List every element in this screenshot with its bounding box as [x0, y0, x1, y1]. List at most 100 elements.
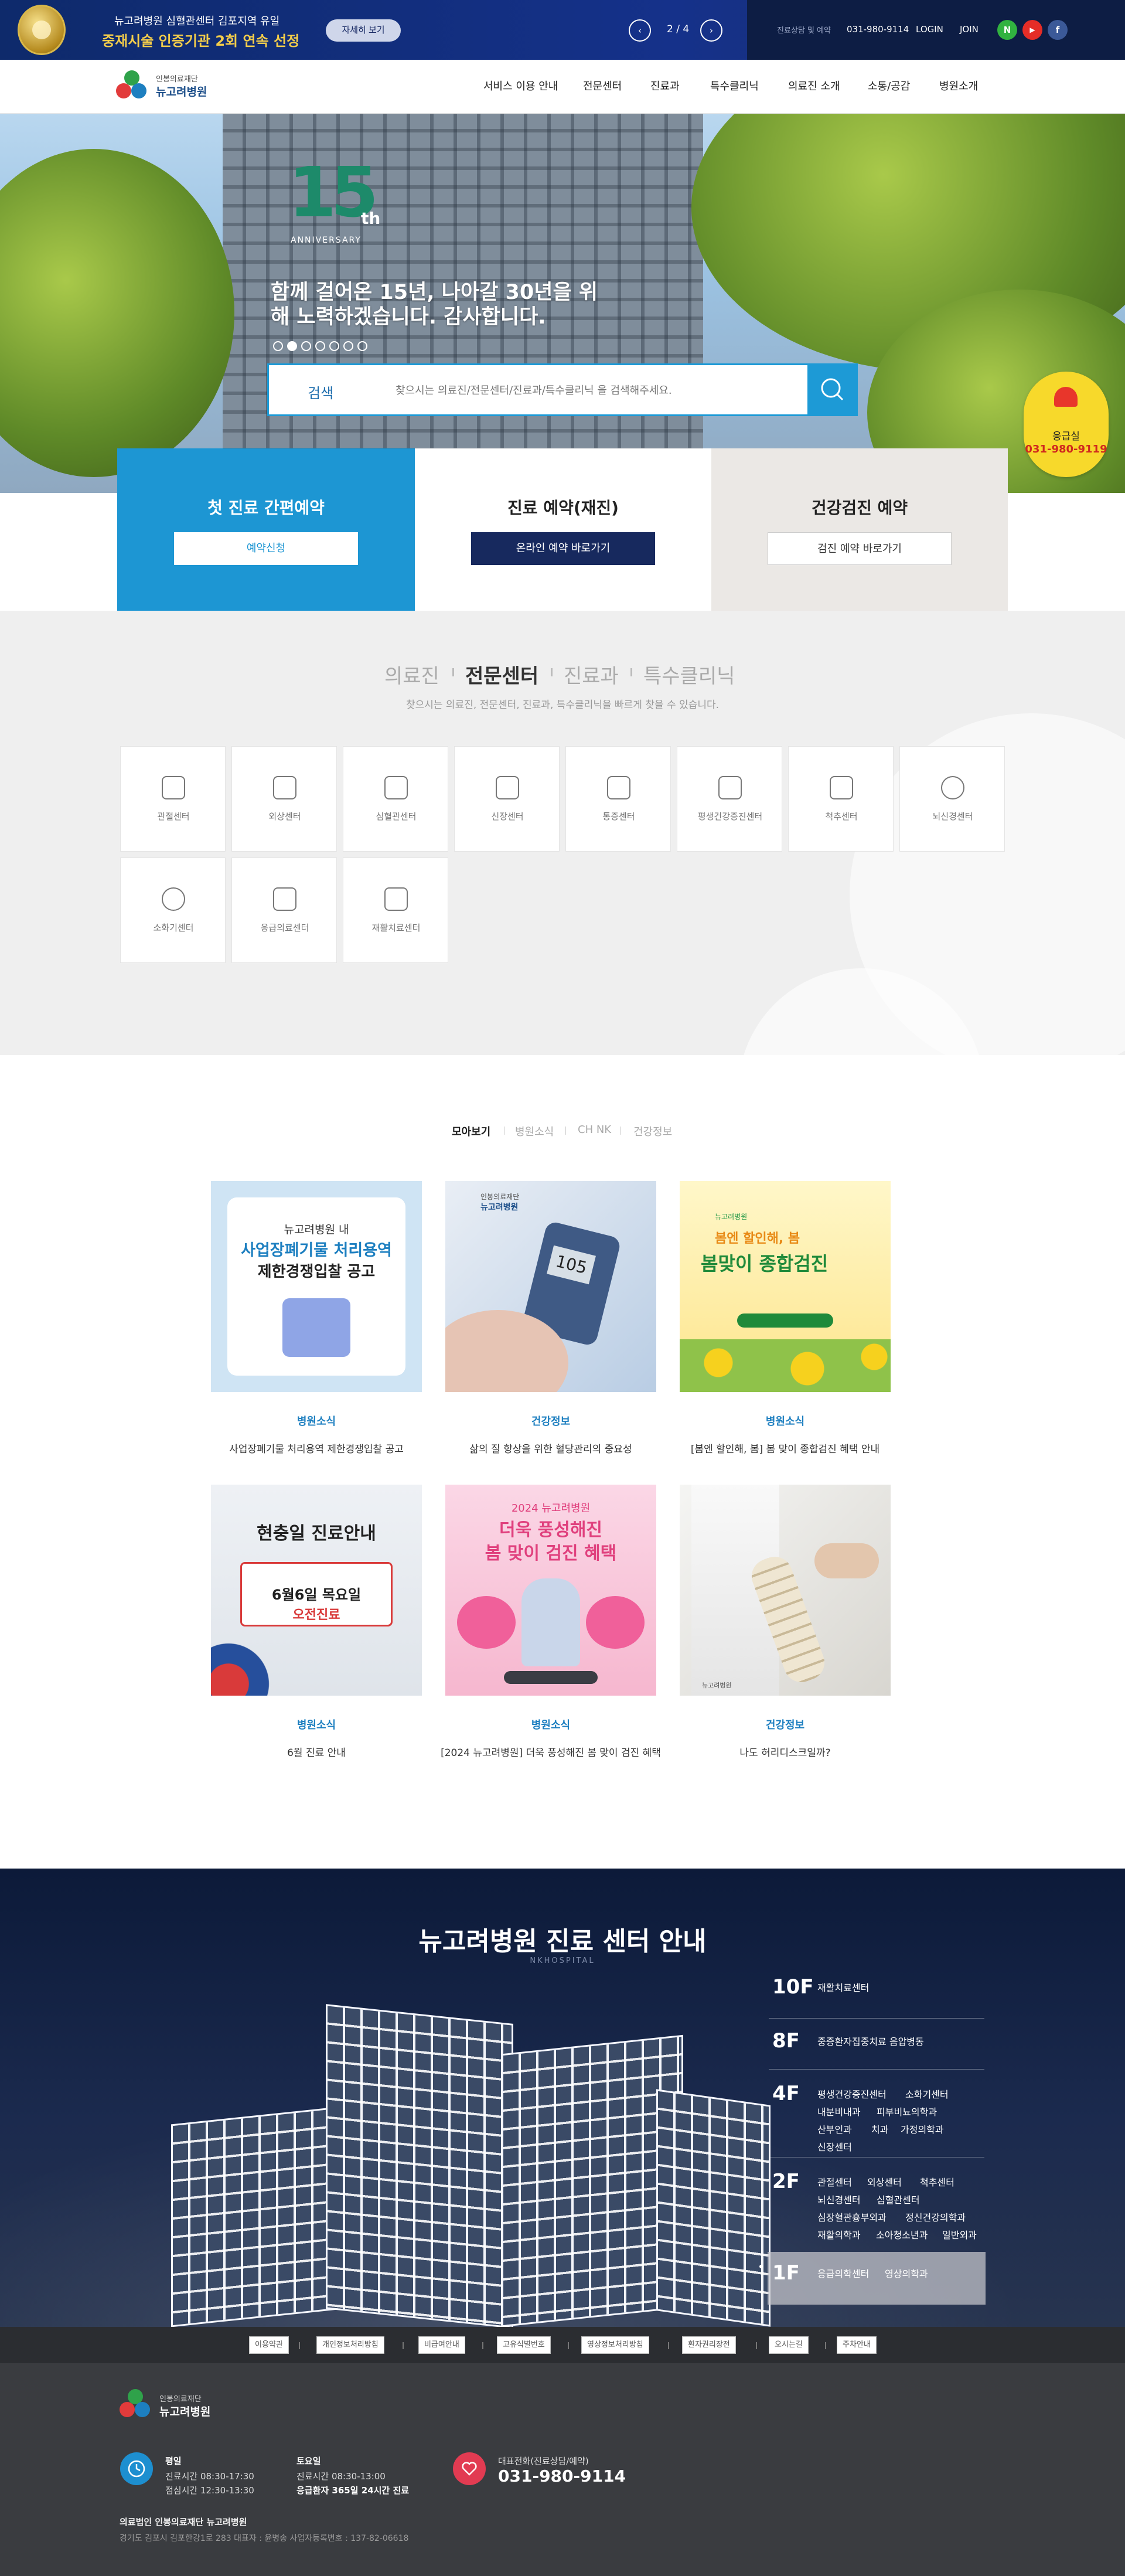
news-tab-hospital[interactable]: 병원소식 [515, 1124, 554, 1139]
floor-dept[interactable]: 내분비내과 [817, 2104, 861, 2118]
center-tile[interactable]: 평생건강증진센터 [677, 746, 782, 852]
slide-dot[interactable] [357, 341, 367, 351]
footer-link[interactable]: 영상정보처리방침 [581, 2336, 649, 2354]
footer-link[interactable]: 비급여안내 [418, 2336, 465, 2354]
news-title[interactable]: [2024 뉴고려병원] 더욱 풍성해진 봄 맞이 검진 혜택 [422, 1744, 680, 1759]
slide-dot[interactable] [301, 341, 311, 351]
naver-blog-icon[interactable]: N [997, 20, 1017, 40]
floor-dept[interactable]: 외상센터 [867, 2175, 902, 2189]
footer-link[interactable]: 개인정보처리방침 [316, 2336, 384, 2354]
nav-doctors[interactable]: 의료진 소개 [788, 78, 840, 93]
floor-dept[interactable]: 재활의학과 [817, 2227, 861, 2241]
center-tile[interactable]: 응급의료센터 [231, 857, 337, 963]
promo-next-button[interactable]: › [700, 19, 722, 42]
floor-dept[interactable]: 소화기센터 [905, 2087, 949, 2101]
floor-dept[interactable]: 관절센터 [817, 2175, 852, 2189]
news-category: 건강정보 [765, 1719, 805, 1731]
hospital-logo-icon[interactable] [116, 70, 148, 102]
news-thumbnail[interactable]: 뉴고려병원 [680, 1485, 891, 1696]
news-tab-chnk[interactable]: CH NK [578, 1124, 611, 1136]
emergency-room-badge[interactable]: 응급실 031-980-9119 [1024, 372, 1109, 477]
cat-tab-doctors[interactable]: 의료진 [384, 660, 439, 689]
cat-tab-centers[interactable]: 전문센터 [465, 660, 538, 689]
center-tile[interactable]: 통증센터 [565, 746, 671, 852]
slide-dot[interactable] [273, 341, 283, 351]
center-tile[interactable]: 뇌신경센터 [899, 746, 1005, 852]
center-tile[interactable]: 신장센터 [454, 746, 560, 852]
nav-centers[interactable]: 전문센터 [583, 78, 622, 93]
floor-dept[interactable]: 심장혈관흉부외과 [817, 2210, 887, 2224]
floor-dept[interactable]: 산부인과 [817, 2122, 852, 2136]
center-tile[interactable]: 관절센터 [120, 746, 226, 852]
center-tile[interactable]: 심혈관센터 [343, 746, 448, 852]
promo-prev-button[interactable]: ‹ [629, 19, 651, 42]
news-tab-health[interactable]: 건강정보 [633, 1124, 672, 1139]
join-link[interactable]: JOIN [960, 24, 979, 35]
card-button[interactable]: 검진 예약 바로가기 [768, 532, 952, 565]
slide-dot-active[interactable] [287, 341, 297, 351]
news-title[interactable]: 6월 진료 안내 [188, 1744, 445, 1759]
floor-dept[interactable]: 소아청소년과 [876, 2227, 928, 2241]
card-button[interactable]: 온라인 예약 바로가기 [471, 532, 655, 565]
news-tab-all[interactable]: 모아보기 [452, 1124, 490, 1139]
floor-dept[interactable]: 척추센터 [920, 2175, 954, 2189]
center-tile[interactable]: 소화기센터 [120, 857, 226, 963]
nav-service[interactable]: 서비스 이용 안내 [483, 78, 558, 93]
floor-dept[interactable]: 재활치료센터 [817, 1980, 869, 1994]
slide-dot[interactable] [315, 341, 325, 351]
floor-dept[interactable]: 평생건강증진센터 [817, 2087, 887, 2101]
floor-dept[interactable]: 신장센터 [817, 2139, 852, 2153]
promo-pager: 2 / 4 [667, 23, 690, 35]
slide-dot[interactable] [329, 341, 339, 351]
facebook-icon[interactable]: f [1048, 20, 1068, 40]
nav-community[interactable]: 소통/공감 [868, 78, 910, 93]
floor-dept[interactable]: 치과 [871, 2122, 888, 2136]
nav-clinics[interactable]: 특수클리닉 [710, 78, 759, 93]
news-thumbnail[interactable]: 뉴고려병원 봄엔 할인해, 봄 봄맞이 종합검진 [680, 1181, 891, 1392]
news-thumbnail[interactable]: 뉴고려병원 내 사업장폐기물 처리용역 제한경쟁입찰 공고 [211, 1181, 422, 1392]
news-title[interactable]: 삶의 질 향상을 위한 혈당관리의 중요성 [422, 1441, 680, 1455]
floor-number[interactable]: 1F [772, 2261, 800, 2285]
floor-dept[interactable]: 일반외과 [942, 2227, 977, 2241]
footer-link[interactable]: 환자권리장전 [682, 2336, 736, 2354]
floor-dept[interactable]: 심혈관센터 [877, 2192, 920, 2206]
search-input[interactable] [396, 380, 806, 400]
news-thumbnail[interactable]: 인봉의료재단 뉴고려병원 105 [445, 1181, 656, 1392]
login-link[interactable]: LOGIN [916, 24, 943, 35]
center-tile[interactable]: 재활치료센터 [343, 857, 448, 963]
news-thumbnail[interactable]: 2024 뉴고려병원 더욱 풍성해진 봄 맞이 검진 혜택 [445, 1485, 656, 1696]
floor-dept[interactable]: 정신건강의학과 [905, 2210, 966, 2224]
search-button[interactable] [807, 363, 858, 416]
center-tile[interactable]: 외상센터 [231, 746, 337, 852]
center-tile[interactable]: 척추센터 [788, 746, 894, 852]
floor-number[interactable]: 2F [772, 2170, 800, 2193]
footer-link[interactable]: 주차안내 [837, 2336, 877, 2354]
youtube-icon[interactable]: ▶ [1022, 20, 1042, 40]
phone-label: 진료상담 및 예약 [777, 26, 831, 35]
floor-dept[interactable]: 뇌신경센터 [817, 2192, 861, 2206]
rep-phone[interactable]: 031-980-9114 [498, 2466, 626, 2486]
floor-dept[interactable]: 영상의학과 [885, 2266, 928, 2280]
cat-tab-clinics[interactable]: 특수클리닉 [643, 660, 735, 689]
floor-number[interactable]: 8F [772, 2029, 800, 2053]
news-thumbnail[interactable]: 현충일 진료안내 6월6일 목요일 오전진료 [211, 1485, 422, 1696]
nav-about[interactable]: 병원소개 [939, 78, 978, 93]
card-button[interactable]: 예약신청 [174, 532, 358, 565]
nav-departments[interactable]: 진료과 [650, 78, 680, 93]
footer-link[interactable]: 고유식별번호 [497, 2336, 551, 2354]
floor-dept[interactable]: 가정의학과 [901, 2122, 944, 2136]
news-title[interactable]: 사업장폐기물 처리용역 제한경쟁입찰 공고 [188, 1441, 445, 1455]
cat-tab-departments[interactable]: 진료과 [564, 660, 619, 689]
floor-dept[interactable]: 중증환자집중치료 음압병동 [817, 2034, 924, 2048]
slide-dot[interactable] [343, 341, 353, 351]
footer-link[interactable]: 오시는길 [769, 2336, 809, 2354]
floor-dept[interactable]: 응급의학센터 [817, 2266, 869, 2280]
news-title[interactable]: [봄엔 할인해, 봄] 봄 맞이 종합검진 혜택 안내 [656, 1441, 914, 1455]
news-title[interactable]: 나도 허리디스크일까? [656, 1744, 914, 1759]
floor-number[interactable]: 4F [772, 2082, 800, 2105]
footer-link[interactable]: 이용약관 [249, 2336, 289, 2354]
logo-name[interactable]: 뉴고려병원 [156, 83, 207, 99]
floor-number[interactable]: 10F [772, 1975, 814, 1999]
floor-dept[interactable]: 피부비뇨의학과 [877, 2104, 937, 2118]
promo-detail-button[interactable]: 자세히 보기 [326, 19, 401, 42]
